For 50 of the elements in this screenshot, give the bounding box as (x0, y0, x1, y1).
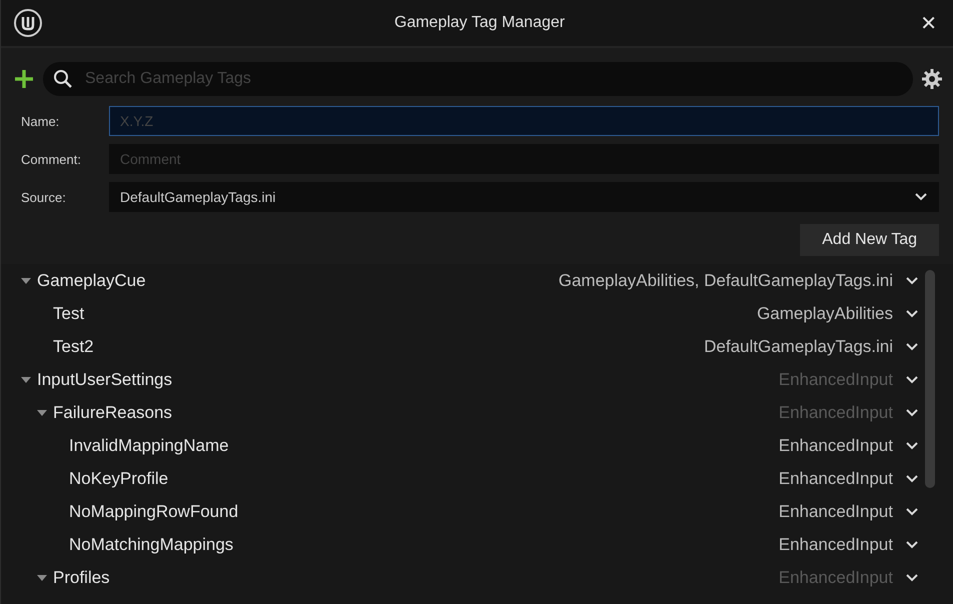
chevron-down-icon[interactable] (905, 506, 919, 516)
field-label: Name: (21, 114, 60, 128)
tag-name[interactable]: NoMatchingMappings (69, 534, 234, 554)
chevron-down-icon[interactable] (905, 474, 919, 484)
window-title: Gameplay Tag Manager (393, 14, 566, 32)
search-field[interactable]: Search Gameplay Tags (83, 69, 913, 89)
tag-source: EnhancedInput (778, 370, 893, 390)
tag-name[interactable]: NoMappingRowFound (69, 502, 238, 522)
chevron-down-icon[interactable] (905, 308, 919, 318)
chevron-down-icon[interactable] (905, 440, 919, 450)
expand-arrow-icon[interactable] (37, 574, 47, 582)
tag-name[interactable]: NoKeyProfile (69, 468, 168, 488)
scrollbar-thumb[interactable] (925, 270, 935, 488)
search-field[interactable]: Search Gameplay Tags (43, 62, 913, 96)
expand-arrow-icon[interactable] (21, 276, 31, 284)
chevron-down-icon[interactable] (905, 572, 919, 582)
field-label: Source: (21, 190, 67, 204)
plus-icon[interactable] (13, 68, 35, 90)
tag-source: GameplayAbilities (756, 304, 893, 324)
tag-source: GameplayAbilities, DefaultGameplayTags.ini (558, 270, 893, 290)
source-dropdown[interactable]: DefaultGameplayTags.ini (109, 182, 939, 212)
tag-source: EnhancedInput (778, 468, 893, 488)
chevron-down-icon[interactable] (905, 276, 919, 286)
tag-source: DefaultGameplayTags.ini (704, 336, 893, 356)
tag-name[interactable]: Profiles (53, 568, 110, 588)
chevron-down-icon[interactable] (905, 374, 919, 384)
tag-name[interactable]: Test2 (53, 336, 94, 356)
chevron-down-icon[interactable] (905, 342, 919, 352)
chevron-down-icon[interactable] (905, 540, 919, 550)
tag-name[interactable]: FailureReasons (53, 402, 172, 422)
tag-source: EnhancedInput (778, 568, 893, 588)
search-icon (53, 69, 73, 89)
chevron-down-icon[interactable] (905, 408, 919, 418)
tag-source: EnhancedInput (778, 502, 893, 522)
close-button[interactable]: ✕ (916, 11, 941, 35)
tag-name[interactable]: InvalidMappingName (69, 436, 229, 456)
tag-name[interactable]: Test (53, 304, 84, 324)
tag-source: EnhancedInput (778, 436, 893, 456)
expand-arrow-icon[interactable] (37, 408, 47, 416)
logo-icon (13, 8, 43, 38)
tag-source: EnhancedInput (778, 402, 893, 422)
expand-arrow-icon[interactable] (21, 376, 31, 384)
field-label: Comment: (21, 152, 82, 166)
chevron-down-icon (914, 192, 928, 202)
tag-name[interactable]: InputUserSettings (37, 370, 172, 390)
tag-source: EnhancedInput (778, 534, 893, 554)
settings-icon[interactable] (921, 68, 943, 90)
text-field[interactable]: X.Y.Z (109, 106, 939, 136)
add-new-tag-button[interactable]: Add New Tag (800, 224, 939, 256)
tag-name[interactable]: GameplayCue (37, 270, 146, 290)
